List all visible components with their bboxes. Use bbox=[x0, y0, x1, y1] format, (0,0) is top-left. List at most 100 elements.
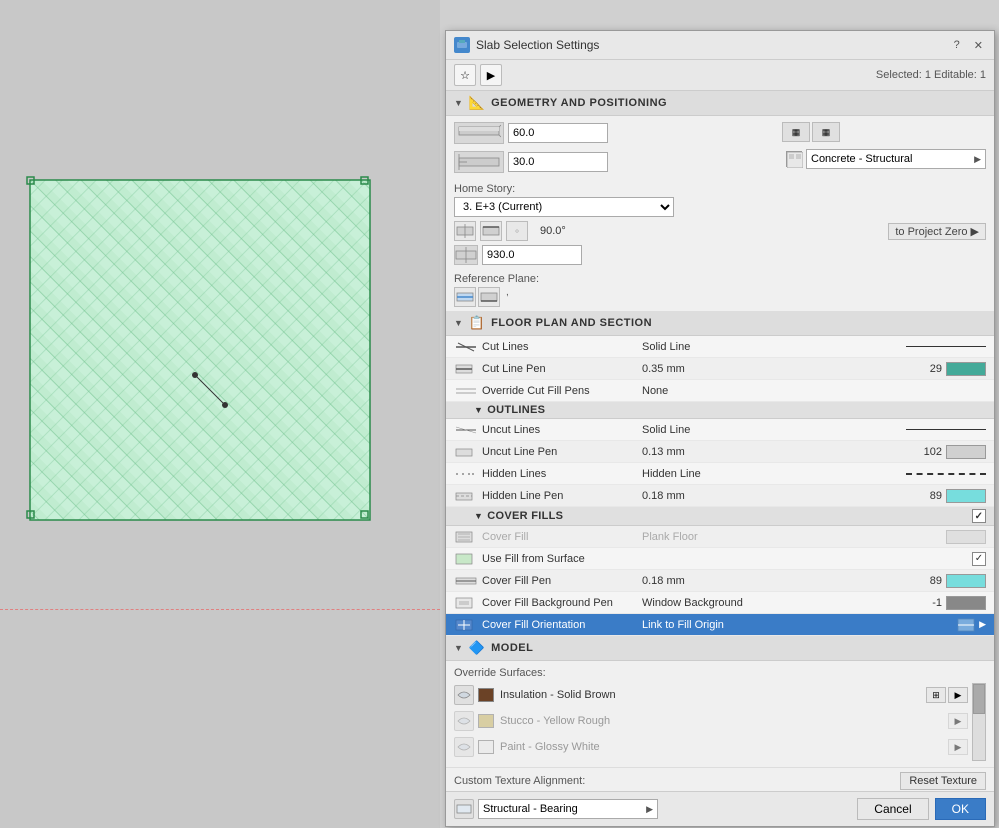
to-project-zero-btn[interactable]: to Project Zero ▶ bbox=[888, 223, 986, 240]
floor-plan-content: Cut Lines Solid Line Cut Line Pen 0.35 m… bbox=[446, 336, 994, 636]
thickness-row bbox=[454, 122, 608, 144]
fill-icon-2[interactable]: ▦ bbox=[812, 122, 840, 142]
surface-arrow-btn-2[interactable]: ▶ bbox=[948, 713, 968, 729]
dialog-content[interactable]: ▼ 📐 GEOMETRY AND POSITIONING bbox=[446, 91, 994, 791]
use-fill-surface-row: Use Fill from Surface bbox=[446, 548, 994, 570]
cover-fill-orientation-right: ▶ bbox=[957, 618, 986, 632]
override-cut-fill-icon bbox=[454, 383, 482, 399]
model-section-title: MODEL bbox=[491, 642, 533, 654]
surface-btns-1: ⊞ ▶ bbox=[926, 687, 968, 703]
geo-dimensions bbox=[454, 122, 608, 177]
home-story-label: Home Story: bbox=[454, 183, 986, 195]
surface-arrow-btn-1[interactable]: ▶ bbox=[948, 687, 968, 703]
cut-line-pen-name: Cut Line Pen bbox=[482, 363, 642, 375]
texture-row: Custom Texture Alignment: Reset Texture bbox=[446, 767, 994, 791]
surface-name-2: Stucco - Yellow Rough bbox=[500, 715, 944, 727]
elevation-input[interactable] bbox=[482, 245, 582, 265]
use-fill-checkbox[interactable] bbox=[972, 552, 986, 566]
uncut-line-preview bbox=[906, 429, 986, 430]
reset-texture-btn[interactable]: Reset Texture bbox=[900, 772, 986, 790]
surface-grid-btn-1[interactable]: ⊞ bbox=[926, 687, 946, 703]
hidden-line-pen-swatch[interactable] bbox=[946, 489, 986, 503]
ref-icon-3[interactable]: ⚬ bbox=[506, 221, 528, 241]
material-icon-pair: ▦ ▦ bbox=[782, 122, 986, 142]
home-story-select[interactable]: 3. E+3 (Current) bbox=[454, 197, 674, 217]
cover-fill-orientation-value: Link to Fill Origin bbox=[642, 619, 957, 631]
floor-plan-section-header[interactable]: ▼ 📋 FLOOR PLAN AND SECTION bbox=[446, 311, 994, 336]
cut-lines-name: Cut Lines bbox=[482, 341, 642, 353]
star-button[interactable]: ☆ bbox=[454, 64, 476, 86]
dialog-app-icon bbox=[454, 37, 470, 53]
close-button[interactable]: ✕ bbox=[971, 39, 986, 52]
ref-icon-2[interactable] bbox=[480, 221, 502, 241]
override-surfaces-label: Override Surfaces: bbox=[454, 667, 986, 679]
cover-fills-checkbox[interactable] bbox=[972, 509, 986, 523]
surfaces-scroll-thumb[interactable] bbox=[973, 684, 985, 714]
cover-fill-pen-name: Cover Fill Pen bbox=[482, 575, 642, 587]
ref-icon-1[interactable] bbox=[454, 221, 476, 241]
texture-label: Custom Texture Alignment: bbox=[454, 775, 585, 787]
toolbar-row: ☆ ▶ Selected: 1 Editable: 1 bbox=[446, 60, 994, 91]
surface-color-2 bbox=[478, 714, 494, 728]
surface-row-3: Paint - Glossy White ▶ bbox=[454, 735, 968, 759]
material-icon bbox=[786, 151, 802, 167]
cover-fill-bg-pen-right: -1 bbox=[917, 596, 986, 610]
cut-lines-row: Cut Lines Solid Line bbox=[446, 336, 994, 358]
bearing-dropdown-arrow: ▶ bbox=[646, 804, 653, 815]
ok-button[interactable]: OK bbox=[935, 798, 986, 820]
bottom-icon bbox=[454, 799, 474, 819]
cover-fills-label: COVER FILLS bbox=[487, 510, 563, 522]
surface-arrow-btn-3[interactable]: ▶ bbox=[948, 739, 968, 755]
geometry-section-header[interactable]: ▼ 📐 GEOMETRY AND POSITIONING bbox=[446, 91, 994, 116]
hidden-line-pen-number: 89 bbox=[917, 490, 942, 502]
cut-line-pen-swatch[interactable] bbox=[946, 362, 986, 376]
hidden-lines-right bbox=[906, 473, 986, 475]
offset-input[interactable] bbox=[508, 152, 608, 172]
material-dropdown[interactable]: Concrete - Structural ▶ bbox=[806, 149, 986, 169]
cover-fill-swatch[interactable] bbox=[946, 530, 986, 544]
solid-line-preview bbox=[906, 346, 986, 347]
bearing-dropdown[interactable]: Structural - Bearing ▶ bbox=[478, 799, 658, 819]
bearing-value: Structural - Bearing bbox=[483, 803, 578, 815]
surface-icon-2 bbox=[454, 711, 474, 731]
hidden-line-pen-value: 0.18 mm bbox=[642, 490, 917, 502]
uncut-line-pen-number: 102 bbox=[917, 446, 942, 458]
uncut-line-pen-value: 0.13 mm bbox=[642, 446, 917, 458]
cover-fill-orientation-icon bbox=[454, 617, 482, 633]
fill-icon-1[interactable]: ▦ bbox=[782, 122, 810, 142]
outlines-subheader: ▼ OUTLINES bbox=[446, 402, 994, 419]
thickness-icon bbox=[454, 122, 504, 144]
surface-row-1: Insulation - Solid Brown ⊞ ▶ bbox=[454, 683, 968, 707]
material-name: Concrete - Structural bbox=[811, 153, 912, 165]
material-row: Concrete - Structural ▶ bbox=[786, 149, 986, 169]
cover-fill-pen-right: 89 bbox=[917, 574, 986, 588]
help-button[interactable]: ? bbox=[951, 39, 963, 51]
ref-plane-icon-1[interactable] bbox=[454, 287, 476, 307]
project-zero-row: ⚬ 90.0° to Project Zero ▶ bbox=[446, 219, 994, 243]
floor-plan-arrow: ▼ bbox=[454, 318, 463, 328]
cover-fill-pen-icon bbox=[454, 573, 482, 589]
cover-fill-value: Plank Floor bbox=[642, 531, 946, 543]
home-story-row: Home Story: 3. E+3 (Current) bbox=[446, 179, 994, 219]
surfaces-container: Insulation - Solid Brown ⊞ ▶ Stucco - Ye… bbox=[454, 683, 986, 761]
cover-fill-icon bbox=[454, 529, 482, 545]
title-left: Slab Selection Settings bbox=[454, 37, 599, 53]
hidden-line-pen-icon bbox=[454, 488, 482, 504]
cover-fill-pen-number: 89 bbox=[917, 575, 942, 587]
thickness-input[interactable] bbox=[508, 123, 608, 143]
surfaces-scrollbar[interactable] bbox=[972, 683, 986, 761]
ref-plane-icon-2[interactable] bbox=[478, 287, 500, 307]
cancel-button[interactable]: Cancel bbox=[857, 798, 928, 820]
uncut-line-pen-row: Uncut Line Pen 0.13 mm 102 bbox=[446, 441, 994, 463]
surface-icon-3 bbox=[454, 737, 474, 757]
ref-plane-row: Reference Plane: , bbox=[446, 269, 994, 311]
hidden-line-pen-name: Hidden Line Pen bbox=[482, 490, 642, 502]
arrow-button[interactable]: ▶ bbox=[480, 64, 502, 86]
cover-fill-pen-swatch[interactable] bbox=[946, 574, 986, 588]
geometry-arrow: ▼ bbox=[454, 98, 463, 108]
geometry-section-title: GEOMETRY AND POSITIONING bbox=[491, 97, 667, 109]
uncut-line-pen-swatch[interactable] bbox=[946, 445, 986, 459]
model-section-header[interactable]: ▼ 🔷 MODEL bbox=[446, 636, 994, 661]
cover-fill-orientation-row[interactable]: Cover Fill Orientation Link to Fill Orig… bbox=[446, 614, 994, 636]
cover-fill-bg-pen-swatch[interactable] bbox=[946, 596, 986, 610]
